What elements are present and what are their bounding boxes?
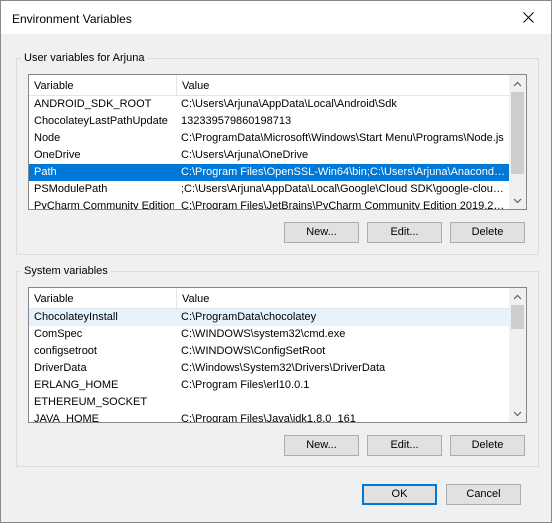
column-header-value[interactable]: Value: [177, 75, 209, 95]
scroll-up-arrow-icon: [513, 294, 522, 299]
close-icon: [522, 12, 534, 23]
scroll-down-button[interactable]: [509, 405, 526, 422]
variable-value-cell: C:\Program Files\JetBrains\PyCharm Commu…: [181, 200, 507, 210]
variable-value-cell: C:\WINDOWS\ConfigSetRoot: [181, 345, 326, 357]
variable-name-cell: ComSpec: [34, 328, 83, 340]
title-bar: Environment Variables: [1, 1, 551, 34]
system-variables-label: System variables: [21, 265, 111, 277]
table-row[interactable]: ChocolateyLastPathUpdate 1323395798601987…: [29, 113, 511, 130]
variable-name-cell: Node: [34, 132, 61, 144]
column-header-variable[interactable]: Variable: [29, 75, 74, 95]
user-delete-button[interactable]: Delete: [450, 222, 525, 243]
table-row[interactable]: OneDrive C:\Users\Arjuna\OneDrive: [29, 147, 511, 164]
variable-name-cell: ChocolateyInstall: [34, 311, 118, 323]
system-list-header: Variable Value: [29, 288, 511, 309]
table-row[interactable]: ETHEREUM_SOCKET: [29, 394, 511, 411]
user-list-scrollbar[interactable]: [509, 75, 526, 209]
table-row[interactable]: Node C:\ProgramData\Microsoft\Windows\Sta…: [29, 130, 511, 147]
system-variables-list[interactable]: Variable Value ChocolateyInstall C:\Progr…: [28, 287, 527, 423]
variable-value-cell: C:\WINDOWS\system32\cmd.exe: [181, 328, 346, 340]
user-new-button[interactable]: New...: [284, 222, 359, 243]
variable-value-cell: C:\Program Files\OpenSSL-Win64\bin;C:\Us…: [181, 166, 507, 178]
column-header-variable[interactable]: Variable: [29, 288, 74, 308]
variable-name-cell: ETHEREUM_SOCKET: [34, 396, 148, 408]
variable-value-cell: C:\ProgramData\Microsoft\Windows\Start M…: [181, 132, 504, 144]
ok-button[interactable]: OK: [362, 484, 437, 505]
table-row[interactable]: PSModulePath ;C:\Users\Arjuna\AppData\Loc…: [29, 181, 511, 198]
window-title: Environment Variables: [12, 12, 132, 26]
variable-value-cell: C:\Windows\System32\Drivers\DriverData: [181, 362, 386, 374]
system-new-button[interactable]: New...: [284, 435, 359, 456]
variable-value-cell: C:\Users\Arjuna\OneDrive: [181, 149, 309, 161]
variable-name-cell: ERLANG_HOME: [34, 379, 119, 391]
variable-name-cell: JAVA_HOME: [34, 413, 99, 423]
scroll-up-arrow-icon: [513, 81, 522, 86]
scroll-up-button[interactable]: [509, 288, 526, 305]
environment-variables-dialog: Environment Variables User variables for…: [0, 0, 552, 523]
variable-name-cell: OneDrive: [34, 149, 81, 161]
system-delete-button[interactable]: Delete: [450, 435, 525, 456]
user-edit-button[interactable]: Edit...: [367, 222, 442, 243]
system-edit-button[interactable]: Edit...: [367, 435, 442, 456]
table-row[interactable]: Path C:\Program Files\OpenSSL-Win64\bin;C…: [29, 164, 511, 181]
scrollbar-thumb[interactable]: [511, 92, 524, 174]
variable-name-cell: ANDROID_SDK_ROOT: [34, 98, 152, 110]
table-row[interactable]: ERLANG_HOME C:\Program Files\erl10.0.1: [29, 377, 511, 394]
scroll-up-button[interactable]: [509, 75, 526, 92]
variable-name-cell: Path: [34, 166, 57, 178]
table-row[interactable]: ANDROID_SDK_ROOT C:\Users\Arjuna\AppData\…: [29, 96, 511, 113]
variable-value-cell: C:\ProgramData\chocolatey: [181, 311, 317, 323]
user-variables-list[interactable]: Variable Value ANDROID_SDK_ROOT C:\Users\…: [28, 74, 527, 210]
scroll-down-arrow-icon: [513, 411, 522, 416]
column-header-value[interactable]: Value: [177, 288, 209, 308]
variable-name-cell: configsetroot: [34, 345, 97, 357]
scrollbar-thumb[interactable]: [511, 305, 524, 329]
scroll-down-button[interactable]: [509, 192, 526, 209]
variable-name-cell: PSModulePath: [34, 183, 108, 195]
variable-value-cell: C:\Users\Arjuna\AppData\Local\Android\Sd…: [181, 98, 397, 110]
cancel-button[interactable]: Cancel: [446, 484, 521, 505]
system-list-scrollbar[interactable]: [509, 288, 526, 422]
variable-value-cell: C:\Program Files\erl10.0.1: [181, 379, 310, 391]
user-list-header: Variable Value: [29, 75, 511, 96]
user-variables-label: User variables for Arjuna: [21, 52, 148, 64]
variable-value-cell: 132339579860198713: [181, 115, 292, 127]
variable-value-cell: ;C:\Users\Arjuna\AppData\Local\Google\Cl…: [181, 183, 507, 195]
variable-value-cell: C:\Program Files\Java\jdk1.8.0_161: [181, 413, 356, 423]
table-row[interactable]: JAVA_HOME C:\Program Files\Java\jdk1.8.0_…: [29, 411, 511, 423]
variable-name-cell: PyCharm Community Edition: [34, 200, 174, 210]
table-row[interactable]: ComSpec C:\WINDOWS\system32\cmd.exe: [29, 326, 511, 343]
variable-name-cell: DriverData: [34, 362, 87, 374]
table-row[interactable]: DriverData C:\Windows\System32\Drivers\Dr…: [29, 360, 511, 377]
table-row[interactable]: configsetroot C:\WINDOWS\ConfigSetRoot: [29, 343, 511, 360]
table-row[interactable]: PyCharm Community Edition C:\Program File…: [29, 198, 511, 210]
scroll-down-arrow-icon: [513, 198, 522, 203]
variable-name-cell: ChocolateyLastPathUpdate: [34, 115, 168, 127]
table-row[interactable]: ChocolateyInstall C:\ProgramData\chocolat…: [29, 309, 511, 326]
close-button[interactable]: [505, 1, 551, 34]
